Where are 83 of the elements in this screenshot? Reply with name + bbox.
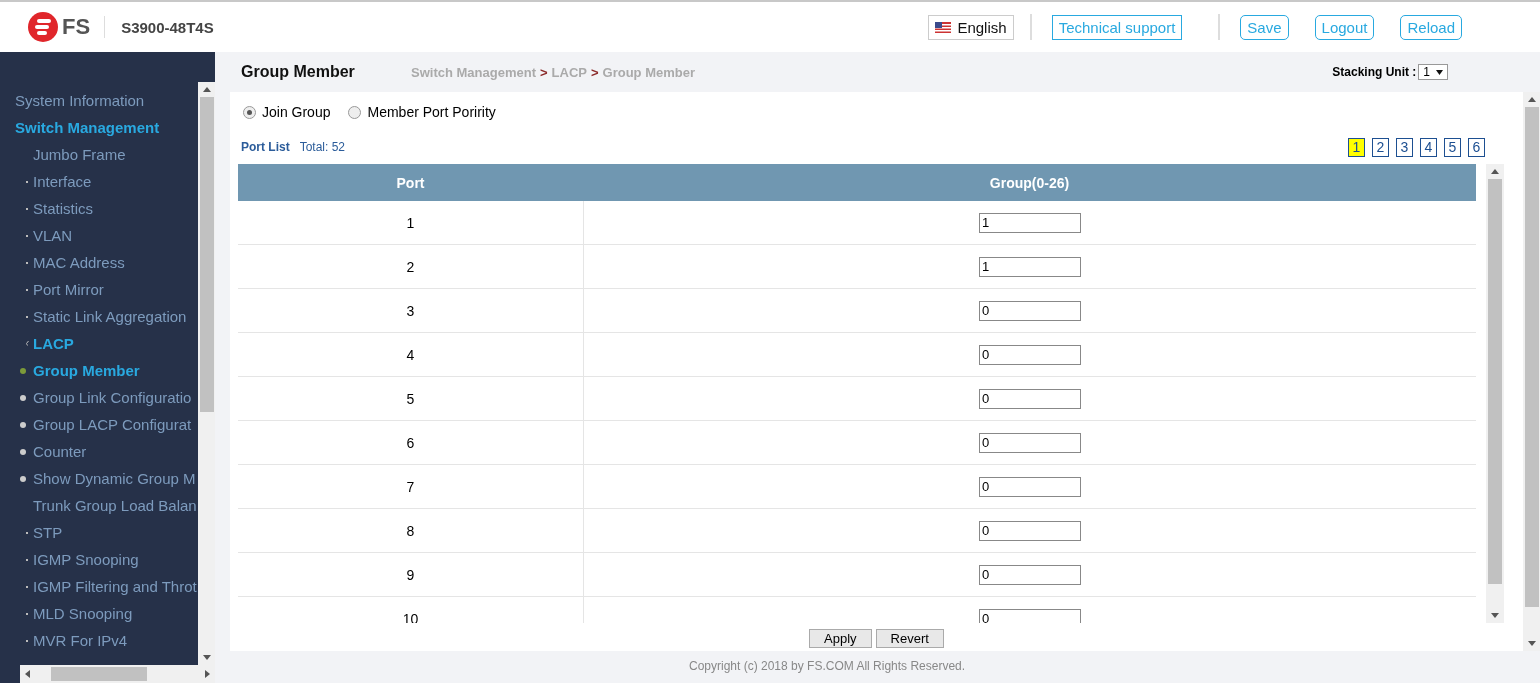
page-link[interactable]: 1: [1348, 137, 1365, 157]
dropdown-arrow-icon: [1436, 69, 1443, 75]
sidebar-item[interactable]: Trunk Group Load Balan: [33, 497, 197, 514]
sidebar-item[interactable]: IGMP Snooping: [33, 551, 139, 568]
scroll-left-icon[interactable]: [25, 670, 30, 678]
stacking-unit-label: Stacking Unit :: [1332, 65, 1417, 79]
port-cell: 5: [406, 390, 415, 407]
sidebar-item[interactable]: Counter: [29, 443, 87, 460]
sidebar-item[interactable]: Statistics: [33, 200, 93, 217]
port-cell: 10: [402, 610, 419, 623]
sidebar-item[interactable]: STP: [33, 524, 63, 541]
sidebar-item[interactable]: LACP: [33, 335, 74, 352]
model-name: S3900-48T4S: [121, 18, 214, 36]
sidebar-item[interactable]: Group LACP Configurat: [29, 416, 192, 433]
radio-option[interactable]: Member Port Poririty: [348, 104, 496, 120]
port-cell: 6: [406, 434, 415, 451]
sidebar-item[interactable]: Port Mirror: [33, 281, 104, 298]
language-selector[interactable]: English: [928, 14, 1014, 40]
group-input[interactable]: 0: [979, 388, 1081, 409]
horizontal-scrollbar[interactable]: [20, 665, 215, 683]
action-button[interactable]: Revert: [875, 629, 944, 648]
column-header: Port: [395, 174, 426, 191]
scrollbar[interactable]: [1523, 92, 1540, 651]
port-cell: 9: [406, 566, 415, 583]
port-cell: 7: [406, 478, 415, 495]
page-title: Group Member: [241, 63, 356, 81]
header-button[interactable]: Technical support: [1051, 14, 1183, 40]
header-button[interactable]: Save: [1240, 14, 1289, 40]
page-link[interactable]: 4: [1420, 137, 1437, 157]
group-input[interactable]: 1: [979, 212, 1081, 233]
scroll-right-icon[interactable]: [205, 670, 210, 678]
header-button[interactable]: Reload: [1400, 14, 1462, 40]
sidebar-item[interactable]: Interface: [33, 173, 92, 190]
sidebar-item[interactable]: MVR For IPv4: [33, 632, 128, 649]
sidebar-item[interactable]: Static Link Aggregation: [33, 308, 187, 325]
scrollbar[interactable]: [198, 82, 215, 665]
port-cell: 2: [406, 258, 415, 275]
sidebar-item[interactable]: MLD Snooping: [33, 605, 133, 622]
sidebar-item[interactable]: Group Link Configuratio: [29, 389, 192, 406]
scroll-down-icon[interactable]: [1527, 641, 1536, 646]
port-cell: 1: [406, 214, 415, 231]
scroll-down-icon[interactable]: [202, 655, 211, 660]
sidebar-item[interactable]: VLAN: [33, 227, 73, 244]
group-input[interactable]: 0: [979, 300, 1081, 321]
sidebar-item[interactable]: Switch Management: [15, 119, 160, 136]
sidebar-item[interactable]: Show Dynamic Group M: [29, 470, 196, 487]
group-input[interactable]: 0: [979, 344, 1081, 365]
scroll-down-icon[interactable]: [1491, 613, 1499, 618]
sidebar-item[interactable]: Jumbo Frame: [33, 146, 126, 163]
page-link[interactable]: 2: [1372, 137, 1389, 157]
header-button[interactable]: Logout: [1314, 14, 1375, 40]
port-cell: 8: [406, 522, 415, 539]
port-list-label: Port List: [241, 140, 290, 154]
group-input[interactable]: 0: [979, 520, 1081, 541]
scroll-up-icon[interactable]: [1491, 169, 1499, 174]
page-link[interactable]: 5: [1444, 137, 1461, 157]
group-input[interactable]: 1: [979, 256, 1081, 277]
logo-text: FS: [62, 14, 91, 40]
radio-option[interactable]: Join Group: [243, 104, 331, 120]
sidebar-item[interactable]: MAC Address: [33, 254, 125, 271]
copyright-text: Copyright (c) 2018 by FS.COM All Rights Reserved.: [689, 659, 966, 673]
scroll-up-icon[interactable]: [202, 87, 211, 92]
port-cell: 3: [406, 302, 415, 319]
logo-icon: [28, 12, 58, 42]
scrollbar[interactable]: [1486, 164, 1504, 623]
group-input[interactable]: 0: [979, 476, 1081, 497]
sidebar-item[interactable]: System Information: [15, 92, 145, 109]
scroll-up-icon[interactable]: [1527, 97, 1536, 102]
stacking-unit-select[interactable]: 1: [1418, 64, 1448, 80]
action-button[interactable]: Apply: [809, 629, 872, 648]
page-link[interactable]: 6: [1468, 137, 1485, 157]
breadcrumb-separator: >: [539, 64, 548, 80]
breadcrumb-separator: >: [590, 64, 599, 80]
flag-icon: [935, 21, 952, 33]
port-cell: 4: [406, 346, 415, 363]
total-count: Total: 52: [299, 140, 346, 154]
group-input[interactable]: 0: [979, 564, 1081, 585]
sidebar-item[interactable]: Group Member: [29, 362, 140, 379]
group-input[interactable]: 0: [979, 608, 1081, 623]
sidebar-item[interactable]: IGMP Filtering and Throt: [33, 578, 197, 595]
group-input[interactable]: 0: [979, 432, 1081, 453]
page-link[interactable]: 3: [1396, 137, 1413, 157]
column-header: Group(0-26): [988, 174, 1071, 191]
